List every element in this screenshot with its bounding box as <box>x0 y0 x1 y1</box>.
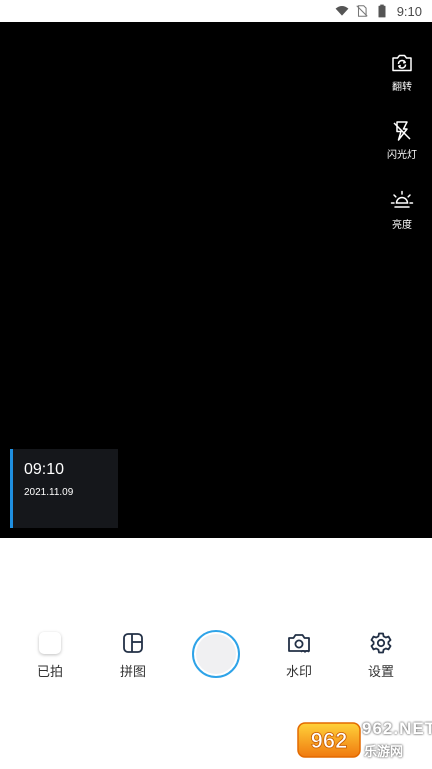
brightness-label: 亮度 <box>392 220 412 231</box>
site-logo-name: 乐游网 <box>364 745 404 760</box>
settings-label: 设置 <box>367 665 394 680</box>
collage-label: 拼图 <box>119 665 146 680</box>
status-time: 9:10 <box>396 3 422 19</box>
battery-icon <box>378 4 386 18</box>
shutter-inner <box>196 634 236 674</box>
site-logo-url: 962.NET <box>362 719 432 738</box>
gallery-label: 已拍 <box>36 665 63 680</box>
wifi-icon <box>335 6 349 16</box>
settings-button[interactable]: 设置 <box>351 630 411 680</box>
watermark-camera-icon <box>288 634 310 653</box>
brightness-button[interactable]: 亮度 <box>372 189 432 231</box>
shutter-button[interactable] <box>192 630 240 678</box>
flash-label: 闪光灯 <box>387 150 417 161</box>
brightness-icon <box>390 190 414 208</box>
watermark-label: 水印 <box>285 665 312 680</box>
watermark-button[interactable]: 水印 <box>269 630 329 680</box>
flip-camera-button[interactable]: 翻转 <box>372 51 432 93</box>
time-watermark[interactable]: 09:10 2021.11.09 <box>10 449 118 528</box>
gallery-thumbnail <box>39 632 61 654</box>
gallery-button[interactable]: 已拍 <box>20 630 80 680</box>
watermark-time: 09:10 <box>24 461 65 478</box>
watermark-date: 2021.11.09 <box>24 487 74 498</box>
flash-button[interactable]: 闪光灯 <box>372 119 432 161</box>
flip-label: 翻转 <box>392 82 412 93</box>
collage-button[interactable]: 拼图 <box>103 630 163 680</box>
svg-text:962: 962 <box>311 728 348 753</box>
collage-icon <box>123 633 143 653</box>
bottom-controls: 已拍 拼图 水印 设置 962 962.NET 乐游网 <box>0 538 432 769</box>
flash-off-icon <box>393 121 411 141</box>
no-sim-icon <box>356 5 368 17</box>
site-logo: 962 962.NET 乐游网 <box>296 717 432 763</box>
status-bar: 9:10 <box>0 0 432 22</box>
gear-icon <box>370 632 392 654</box>
camera-side-toolbar: 翻转 闪光灯 亮度 <box>372 22 432 231</box>
camera-flip-icon <box>392 54 412 72</box>
